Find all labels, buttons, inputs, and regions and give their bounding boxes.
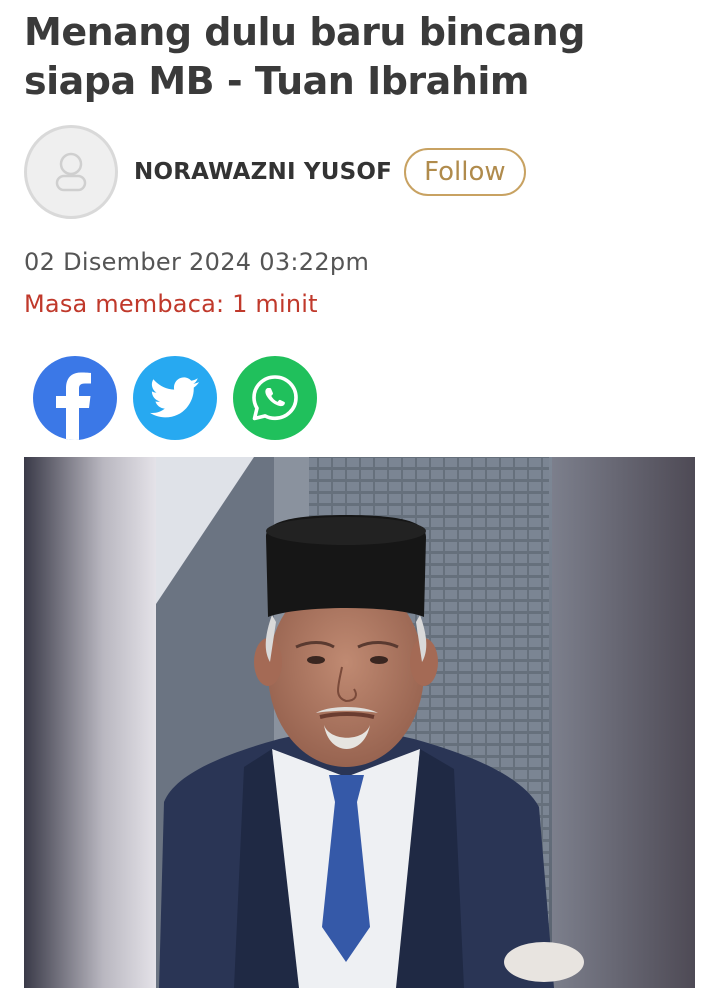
author-name[interactable]: NORAWAZNI YUSOF xyxy=(134,159,392,185)
publish-date: 02 Disember 2024 03:22pm xyxy=(24,248,370,276)
headline-line-1: Menang dulu baru bincang xyxy=(24,10,585,54)
whatsapp-share-button[interactable] xyxy=(233,356,317,440)
article-headline: Menang dulu baru bincang siapa MB - Tuan… xyxy=(24,8,694,106)
facebook-share-button[interactable] xyxy=(33,356,117,440)
portrait-photo xyxy=(24,457,695,988)
author-row: NORAWAZNI YUSOF Follow xyxy=(24,122,526,222)
facebook-icon xyxy=(56,372,91,440)
twitter-share-button[interactable] xyxy=(133,356,217,440)
reading-time: Masa membaca: 1 minit xyxy=(24,290,318,318)
user-placeholder-icon xyxy=(55,152,87,192)
follow-button[interactable]: Follow xyxy=(404,148,526,196)
twitter-icon xyxy=(150,377,200,418)
headline-line-2: siapa MB - Tuan Ibrahim xyxy=(24,59,530,103)
avatar[interactable] xyxy=(24,125,118,219)
share-buttons xyxy=(33,356,333,440)
whatsapp-icon xyxy=(252,375,298,421)
article-photo[interactable] xyxy=(24,457,695,988)
